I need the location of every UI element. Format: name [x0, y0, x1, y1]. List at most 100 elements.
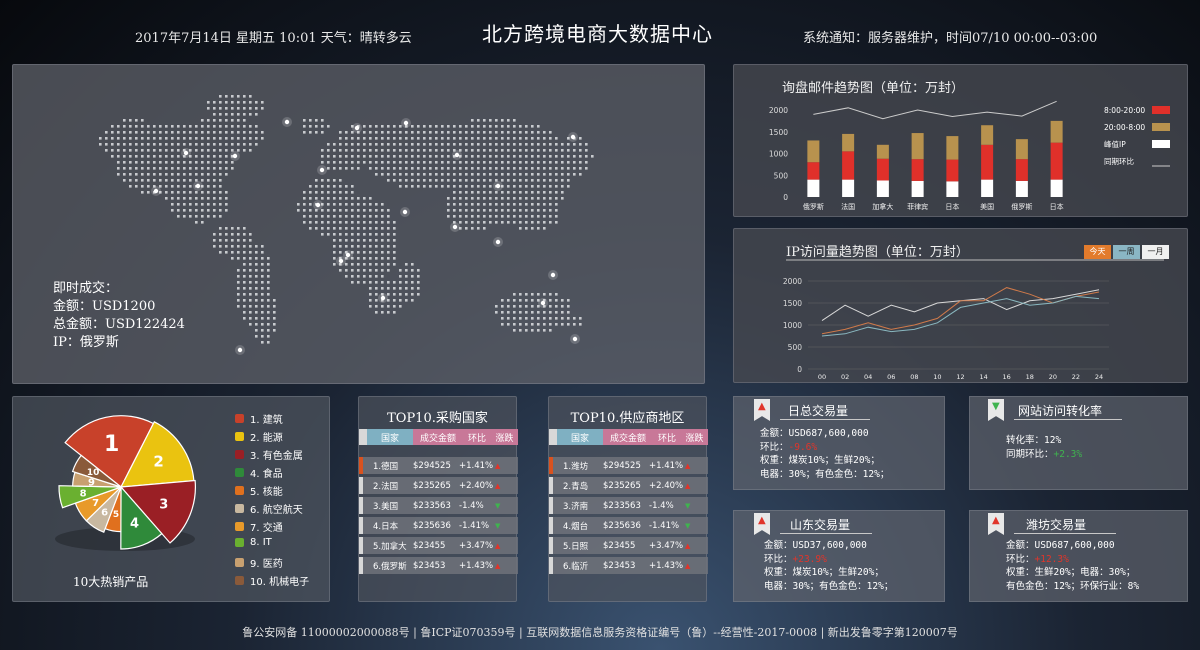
table-cell: 2.法国 [373, 481, 399, 492]
table-row[interactable]: 5.日照 $23455 +3.47% ▲ [549, 537, 708, 554]
pie-slice-label: 8 [80, 488, 87, 499]
hotspot-dot [540, 300, 546, 306]
y-tick-label: 500 [774, 171, 789, 180]
weifang-volume-card: ▲ 潍坊交易量 金额：USD687,600,000 环比：+12.3% 权重：生… [969, 510, 1188, 602]
table-row[interactable]: 2.青岛 $235265 +2.40% ▲ [549, 477, 708, 494]
shandong-ratio: +23.9% [792, 553, 827, 565]
table-cell: 5.加拿大 [373, 541, 407, 552]
hotspot-dot [495, 239, 501, 245]
hotspot-dot [495, 183, 501, 189]
legend-swatch [235, 414, 244, 423]
table-cell: +2.40% [649, 480, 684, 491]
legend-swatch [1152, 140, 1170, 148]
row-marker [359, 477, 363, 494]
hotspot-dot [550, 272, 556, 278]
x-tick-label: 22 [1072, 373, 1080, 381]
bar-night [807, 140, 820, 163]
realtime-deal-amount: 金额：USD1200 [53, 299, 156, 314]
x-tick-label: 俄罗斯 [1011, 202, 1032, 211]
pie-slice-label: 10 [87, 468, 100, 478]
table-row[interactable]: 5.加拿大 $23455 +3.47% ▲ [359, 537, 518, 554]
table-cell: $235636 [413, 520, 451, 531]
y-tick-label: 0 [783, 193, 788, 202]
legend-swatch [1152, 106, 1170, 114]
x-tick-label: 法国 [841, 202, 855, 211]
bar-peak [1050, 179, 1063, 197]
legend-swatch [235, 504, 244, 513]
pie-slice-label: 5 [113, 510, 119, 520]
table-cell: 3.美国 [373, 501, 399, 512]
tab-today[interactable]: 今天 [1084, 245, 1111, 259]
y-tick-label: 1500 [769, 128, 788, 137]
column-header: 环比 [653, 429, 681, 445]
bar-night [981, 125, 994, 145]
tab-month[interactable]: 一月 [1142, 245, 1169, 259]
table-row[interactable]: 2.法国 $235265 +2.40% ▲ [359, 477, 518, 494]
column-header [359, 429, 367, 445]
series-line [821, 287, 1100, 335]
shandong-amount: 金额：USD37,600,000 [764, 540, 867, 551]
hotspot-dot [237, 347, 243, 353]
legend-item: 1. 建筑 [235, 411, 283, 426]
table-row[interactable]: 1.德国 $294525 +1.41% ▲ [359, 457, 518, 474]
table-cell: +3.47% [459, 540, 494, 551]
table-row[interactable]: 6.俄罗斯 $23453 +1.43% ▲ [359, 557, 518, 574]
hotspot-dot [315, 202, 321, 208]
row-marker [359, 457, 363, 474]
pie-slice-label: 9 [88, 477, 95, 488]
table-row[interactable]: 1.潍坊 $294525 +1.41% ▲ [549, 457, 708, 474]
bar-day [946, 159, 959, 182]
tab-week[interactable]: 一周 [1113, 245, 1140, 259]
bar-day [981, 144, 994, 180]
shandong-elec: 电器：30%；有色金色：12%； [764, 580, 894, 592]
legend-label: 8:00-20:00 [1104, 106, 1145, 115]
yoy-line [813, 100, 1057, 120]
column-header: 环比 [463, 429, 491, 445]
table-row[interactable]: 4.日本 $235636 -1.41% ▼ [359, 517, 518, 534]
legend-label: 3. 有色金属 [250, 451, 303, 462]
table-row[interactable]: 3.济南 $233563 -1.4% ▼ [549, 497, 708, 514]
weifang-ratio-label: 环比： [1006, 553, 1035, 565]
x-tick-label: 00 [818, 373, 826, 381]
conversion-rate: 转化率：12% [1006, 435, 1062, 446]
pie-slice-label: 1 [104, 432, 119, 457]
world-map-panel: 即时成交： 金额：USD1200 总金额：USD122424 IP：俄罗斯 [12, 64, 705, 384]
hotspot-dot [380, 295, 386, 301]
x-tick-label: 06 [887, 373, 895, 381]
x-tick-label: 24 [1095, 373, 1103, 381]
realtime-deal-total: 总金额：USD122424 [53, 317, 185, 332]
hotspot-dot [232, 153, 238, 159]
table-header: 国家 成交金额 环比 涨跌 [549, 429, 708, 445]
shandong-volume-title: 山东交易量 [790, 518, 851, 532]
y-tick-label: 1000 [769, 150, 788, 159]
column-header: 成交金额 [413, 429, 463, 445]
table-header: 国家 成交金额 环比 涨跌 [359, 429, 518, 445]
table-cell: $235265 [603, 480, 641, 491]
table-row[interactable]: 6.临沂 $23453 +1.43% ▲ [549, 557, 708, 574]
title-underline [780, 419, 870, 420]
table-row[interactable]: 3.美国 $233563 -1.4% ▼ [359, 497, 518, 514]
top-buyer-countries-panel: TOP10.采购国家 国家 成交金额 环比 涨跌 1.德国 $294525 +1.41% ▲ 2… [358, 396, 518, 602]
conversion-body: 转化率：12% 同期环比：+2.3% [1006, 434, 1082, 461]
supplier-table-title: TOP10.供应商地区 [570, 411, 685, 426]
pie-slice-label: 2 [153, 453, 163, 471]
bar-day [1015, 159, 1028, 181]
conversion-title: 网站访问转化率 [1018, 404, 1103, 418]
date-weather-text: 2017年7月14日 星期五 10:01 天气：晴转多云 [135, 31, 412, 46]
bar-night [911, 133, 924, 160]
x-tick-label: 美国 [980, 202, 994, 211]
table-cell: 6.俄罗斯 [373, 561, 407, 572]
bar-peak [946, 181, 959, 197]
pie-caption: 10大热销产品 [73, 575, 149, 589]
series-line [821, 289, 1100, 322]
pie-slice-label: 3 [159, 498, 168, 513]
x-tick-label: 04 [864, 373, 872, 381]
row-marker [549, 477, 553, 494]
table-cell: $294525 [413, 460, 451, 471]
x-tick-label: 12 [956, 373, 964, 381]
trend-down-icon: ▼ [495, 501, 501, 510]
table-cell: +3.47% [649, 540, 684, 551]
table-row[interactable]: 4.烟台 $235636 -1.41% ▼ [549, 517, 708, 534]
trend-up-icon: ▲ [685, 481, 691, 490]
bar-night [1050, 120, 1063, 143]
